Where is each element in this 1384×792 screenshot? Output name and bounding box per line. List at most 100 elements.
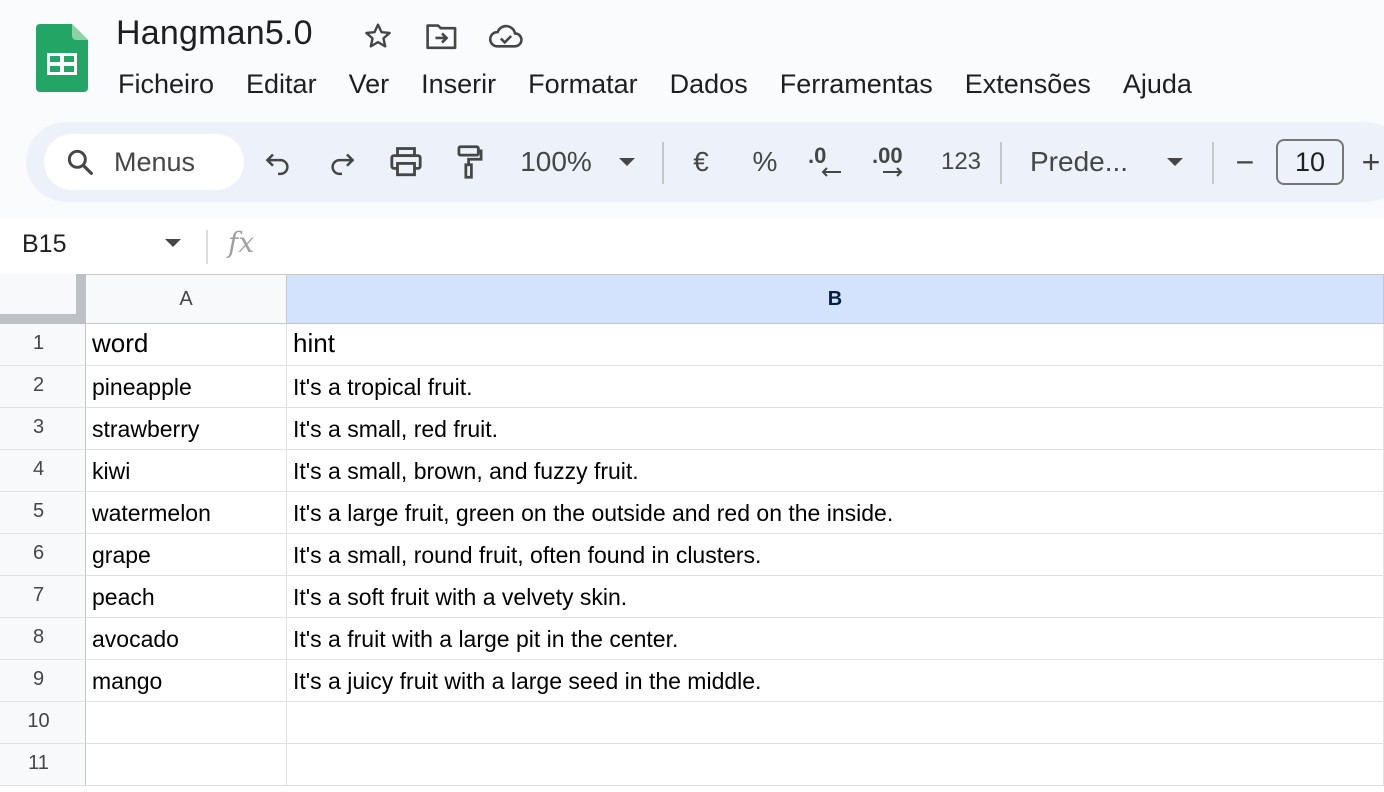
cell-a3[interactable]: strawberry	[86, 408, 287, 450]
select-all-corner[interactable]	[0, 274, 86, 324]
cell-b3[interactable]: It's a small, red fruit.	[287, 408, 1384, 450]
cell-b8[interactable]: It's a fruit with a large pit in the cen…	[287, 618, 1384, 660]
increase-decimal-label: .00	[872, 143, 903, 168]
row-header[interactable]: 6	[0, 534, 86, 576]
currency-format-button[interactable]: €	[686, 138, 716, 186]
zoom-select[interactable]: 100%	[516, 138, 596, 186]
row-header[interactable]: 7	[0, 576, 86, 618]
increase-decimal-button[interactable]: .00	[872, 138, 916, 186]
menu-extensions[interactable]: Extensões	[949, 64, 1107, 104]
cell-a5[interactable]: watermelon	[86, 492, 287, 534]
cell-a11[interactable]	[86, 744, 287, 786]
paint-format-icon	[457, 145, 483, 179]
arrow-right-icon	[883, 167, 903, 177]
menu-tools[interactable]: Ferramentas	[764, 64, 949, 104]
redo-button[interactable]	[322, 138, 362, 186]
arrow-left-icon	[821, 167, 841, 177]
menu-format[interactable]: Formatar	[512, 64, 654, 104]
cell-a9[interactable]: mango	[86, 660, 287, 702]
menu-help[interactable]: Ajuda	[1107, 64, 1208, 104]
decrease-font-size-button[interactable]: −	[1228, 138, 1262, 186]
cell-b4[interactable]: It's a small, brown, and fuzzy fruit.	[287, 450, 1384, 492]
row-header[interactable]: 11	[0, 744, 86, 786]
font-family-value: Prede...	[1030, 146, 1129, 177]
row-header[interactable]: 8	[0, 618, 86, 660]
cell-b10[interactable]	[287, 702, 1384, 744]
freeze-row-handle[interactable]	[0, 314, 86, 324]
cell-a1[interactable]: word	[86, 324, 287, 366]
print-button[interactable]	[386, 138, 426, 186]
table-row: 5 watermelon It's a large fruit, green o…	[0, 492, 1384, 534]
chevron-down-icon[interactable]	[164, 238, 182, 248]
title-bar: Hangman5.0 Ficheiro Editar Ver Inserir F…	[0, 0, 1384, 118]
table-row: 8 avocado It's a fruit with a large pit …	[0, 618, 1384, 660]
formula-bar: B15 fx	[0, 218, 1384, 274]
menu-insert[interactable]: Inserir	[405, 64, 512, 104]
cell-a4[interactable]: kiwi	[86, 450, 287, 492]
menu-file[interactable]: Ficheiro	[102, 64, 230, 104]
plus-icon: +	[1361, 143, 1381, 180]
chevron-down-icon	[619, 158, 635, 166]
cloud-saved-icon[interactable]	[488, 18, 524, 54]
toolbar-divider	[1000, 142, 1002, 184]
column-header-b[interactable]: B	[287, 274, 1384, 324]
table-row: 1 word hint	[0, 324, 1384, 366]
menu-data[interactable]: Dados	[654, 64, 764, 104]
menu-view[interactable]: Ver	[333, 64, 406, 104]
cell-a2[interactable]: pineapple	[86, 366, 287, 408]
cell-a7[interactable]: peach	[86, 576, 287, 618]
table-row: 2 pineapple It's a tropical fruit.	[0, 366, 1384, 408]
percent-format-button[interactable]: %	[750, 138, 780, 186]
row-header[interactable]: 2	[0, 366, 86, 408]
search-label: Menus	[114, 146, 196, 177]
search-icon	[67, 149, 93, 175]
table-row: 9 mango It's a juicy fruit with a large …	[0, 660, 1384, 702]
row-header[interactable]: 9	[0, 660, 86, 702]
cell-b2[interactable]: It's a tropical fruit.	[287, 366, 1384, 408]
redo-icon	[331, 153, 355, 176]
toolbar-divider	[662, 142, 664, 184]
paint-format-button[interactable]	[450, 138, 490, 186]
toolbar-divider	[1212, 142, 1214, 184]
row-header[interactable]: 4	[0, 450, 86, 492]
more-formats-button[interactable]: 123	[936, 138, 986, 186]
font-family-dropdown[interactable]	[1162, 138, 1188, 186]
table-row: 3 strawberry It's a small, red fruit.	[0, 408, 1384, 450]
column-header-a[interactable]: A	[86, 274, 287, 324]
document-title[interactable]: Hangman5.0	[116, 14, 313, 53]
cell-b1[interactable]: hint	[287, 324, 1384, 366]
row-header[interactable]: 10	[0, 702, 86, 744]
zoom-dropdown[interactable]	[614, 138, 640, 186]
cell-b5[interactable]: It's a large fruit, green on the outside…	[287, 492, 1384, 534]
move-to-folder-icon[interactable]	[424, 18, 460, 54]
font-size-input[interactable]: 10	[1276, 139, 1344, 185]
formula-divider	[206, 230, 208, 264]
cell-b6[interactable]: It's a small, round fruit, often found i…	[287, 534, 1384, 576]
percent-icon: %	[752, 146, 778, 177]
decrease-decimal-button[interactable]: .0	[808, 138, 850, 186]
print-icon	[390, 147, 422, 177]
cell-b9[interactable]: It's a juicy fruit with a large seed in …	[287, 660, 1384, 702]
undo-button[interactable]	[258, 138, 298, 186]
cell-a8[interactable]: avocado	[86, 618, 287, 660]
row-header[interactable]: 5	[0, 492, 86, 534]
star-icon[interactable]	[360, 18, 396, 54]
cell-a6[interactable]: grape	[86, 534, 287, 576]
increase-font-size-button[interactable]: +	[1354, 138, 1384, 186]
row-header[interactable]: 1	[0, 324, 86, 366]
font-family-select[interactable]: Prede...	[1030, 138, 1130, 186]
sheets-logo-icon[interactable]	[36, 24, 88, 92]
chevron-down-icon	[1167, 158, 1183, 166]
row-header[interactable]: 3	[0, 408, 86, 450]
cell-a10[interactable]	[86, 702, 287, 744]
cell-b11[interactable]	[287, 744, 1384, 786]
table-row: 6 grape It's a small, round fruit, often…	[0, 534, 1384, 576]
menu-bar: Ficheiro Editar Ver Inserir Formatar Dad…	[102, 64, 1208, 104]
minus-icon: −	[1235, 143, 1255, 180]
cell-b7[interactable]: It's a soft fruit with a velvety skin.	[287, 576, 1384, 618]
name-box[interactable]: B15	[22, 230, 66, 259]
menu-edit[interactable]: Editar	[230, 64, 333, 104]
menu-search-box[interactable]: Menus	[44, 134, 244, 190]
euro-icon: €	[693, 146, 709, 177]
spreadsheet-grid: A B 1 word hint 2 pineapple It's a tropi…	[0, 274, 1384, 792]
